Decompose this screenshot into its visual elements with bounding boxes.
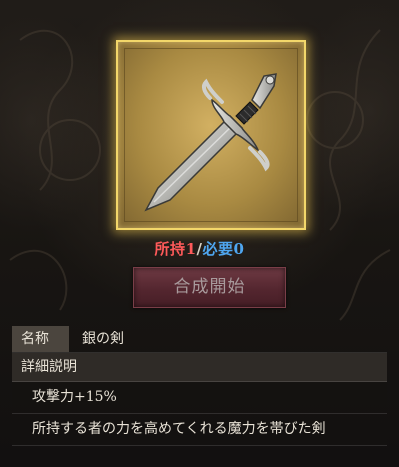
item-name: 銀の剣 <box>82 331 124 347</box>
owned-label: 所持 <box>154 240 186 258</box>
needed-label: 必要 <box>202 240 234 258</box>
item-description: 所持する者の力を高めてくれる魔力を帯びた剣 <box>12 414 387 446</box>
start-synthesis-button[interactable]: 合成開始 <box>133 267 286 308</box>
silver-sword-icon <box>144 73 277 212</box>
detail-header: 詳細説明 <box>12 353 387 382</box>
name-label: 名称 <box>12 326 69 352</box>
item-icon-frame[interactable] <box>116 40 306 230</box>
needed-count: 0 <box>233 240 245 258</box>
item-stat: 攻撃力+15% <box>12 382 387 414</box>
item-info-panel: 名称 銀の剣 詳細説明 攻撃力+15% 所持する者の力を高めてくれる魔力を帯びた… <box>12 326 387 446</box>
owned-count: 1 <box>185 240 197 258</box>
name-row: 名称 銀の剣 <box>12 326 387 353</box>
item-count-line: 所持1/必要0 <box>0 238 399 259</box>
